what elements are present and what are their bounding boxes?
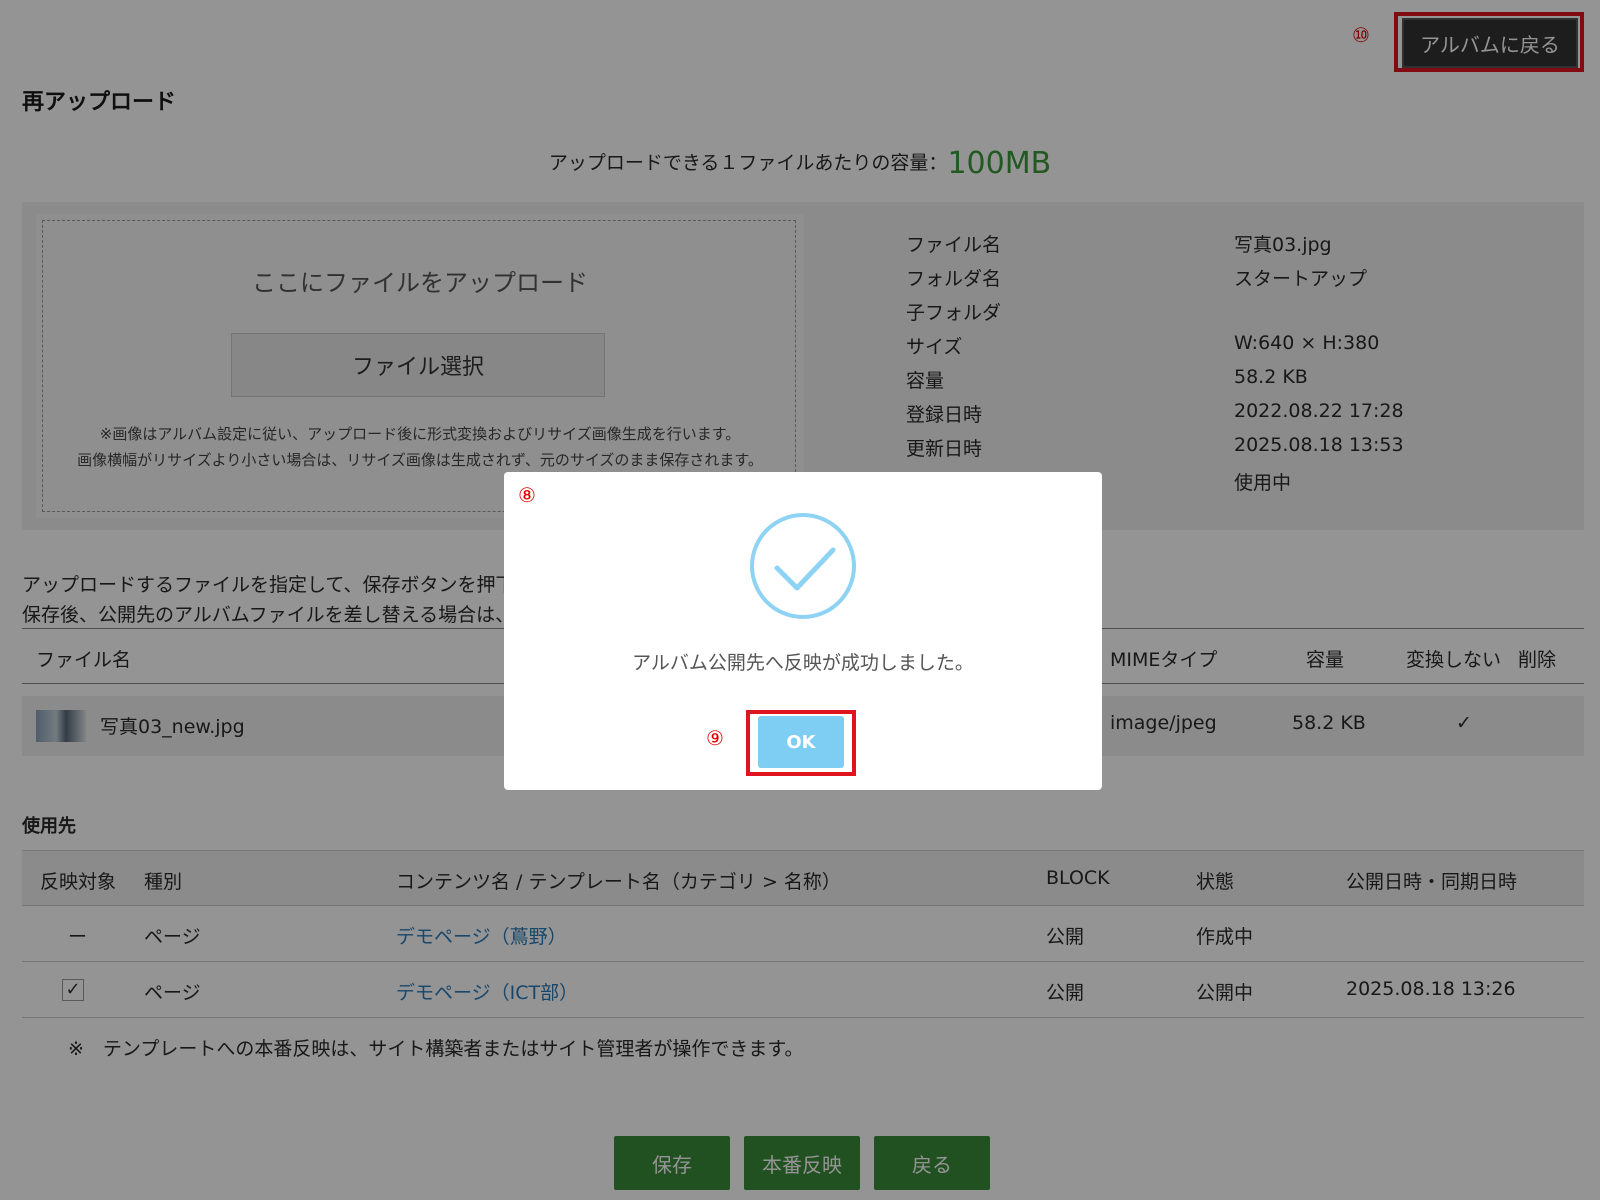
success-check-icon (750, 513, 856, 619)
page: ⑩ アルバムに戻る 再アップロード アップロードできる１ファイルあたりの容量：1… (0, 0, 1600, 1200)
callout-8: ⑧ (518, 483, 536, 507)
success-dialog: ⑧ アルバム公開先へ反映が成功しました。 ⑨ OK (504, 472, 1102, 790)
ok-button[interactable]: OK (758, 716, 844, 768)
callout-9: ⑨ (706, 726, 724, 750)
success-message: アルバム公開先へ反映が成功しました。 (632, 652, 974, 674)
